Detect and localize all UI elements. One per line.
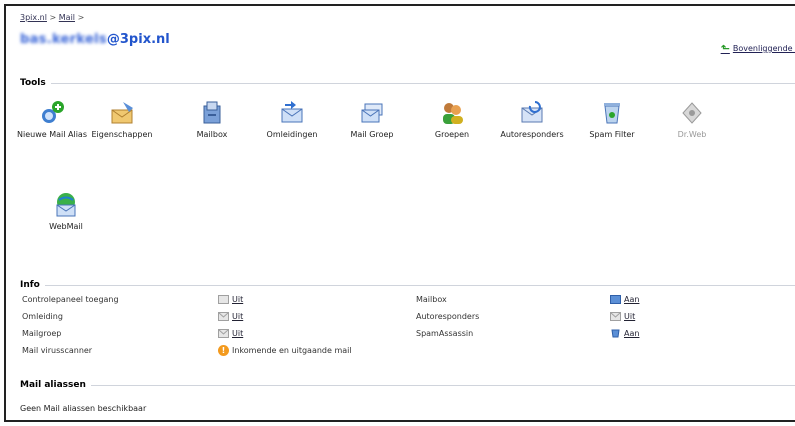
tool-label: Nieuwe Mail Alias (17, 130, 87, 139)
info-status: Uit (218, 295, 243, 304)
tool-label: Eigenschappen (91, 130, 153, 139)
section-aliases-title: Mail aliassen (20, 380, 86, 390)
info-status: Aan (610, 329, 639, 338)
breadcrumb-sep: > (77, 13, 85, 22)
webmail-icon (53, 192, 79, 218)
properties-icon (109, 100, 135, 126)
breadcrumb: 3pix.nl > Mail > (20, 13, 84, 22)
section-tools: Tools (20, 78, 795, 88)
tools-panel: Nieuwe Mail Alias Eigenschappen Mailbox … (17, 100, 780, 250)
virusscanner-status: Inkomende en uitgaande mail (232, 346, 352, 355)
info-status: Uit (610, 312, 635, 321)
groups-icon (439, 100, 465, 126)
tool-webmail[interactable]: WebMail (26, 192, 106, 231)
tool-mail-groep[interactable]: Mail Groep (332, 100, 412, 139)
spamassassin-on-icon (611, 329, 620, 338)
status-link[interactable]: Uit (624, 312, 635, 321)
tool-spam-filter[interactable]: Spam Filter (572, 100, 652, 139)
tool-label: Autoresponders (500, 130, 564, 139)
info-label: SpamAssassin (416, 329, 474, 338)
mailbox-icon (199, 100, 225, 126)
forwarding-off-icon (218, 312, 229, 321)
section-info-title: Info (20, 280, 40, 290)
tool-label: Spam Filter (589, 130, 635, 139)
info-label: Omleiding (22, 312, 63, 321)
info-status: ! Inkomende en uitgaande mail (218, 345, 352, 356)
drweb-icon (679, 100, 705, 126)
forwarding-icon (279, 100, 305, 126)
tool-autoresponders[interactable]: Autoresponders (492, 100, 572, 139)
info-row: Controlepaneel toegang (22, 295, 119, 304)
tool-omleidingen[interactable]: Omleidingen (252, 100, 332, 139)
status-link[interactable]: Uit (232, 329, 243, 338)
info-label: Autoresponders (416, 312, 480, 321)
breadcrumb-mail[interactable]: Mail (59, 13, 75, 22)
page-frame: 3pix.nl > Mail > bas.kerkels@3pix.nl ⬑ B… (4, 4, 795, 422)
parent-folder-link[interactable]: ⬑ Bovenliggende Map (721, 42, 795, 55)
up-arrow-icon: ⬑ (720, 42, 730, 55)
status-link[interactable]: Aan (624, 329, 639, 338)
info-row: Mailbox (416, 295, 447, 304)
status-link[interactable]: Uit (232, 295, 243, 304)
info-status: Uit (218, 312, 243, 321)
info-label: Mail virusscanner (22, 346, 93, 355)
mailgroup-off-icon (218, 329, 229, 338)
aliases-empty-message: Geen Mail aliassen beschikbaar (20, 404, 147, 413)
account-domain: @3pix.nl (106, 32, 170, 47)
info-row: Mailgroep (22, 329, 61, 338)
info-row: Autoresponders (416, 312, 479, 321)
new-alias-icon (39, 100, 65, 126)
section-aliases: Mail aliassen (20, 380, 795, 390)
tool-label: Mail Groep (350, 130, 394, 139)
info-label: Mailgroep (22, 329, 62, 338)
tool-mailbox[interactable]: Mailbox (172, 100, 252, 139)
warning-icon: ! (218, 345, 229, 356)
status-link[interactable]: Aan (624, 295, 639, 304)
info-label: Controlepaneel toegang (22, 295, 119, 304)
info-row: Omleiding (22, 312, 63, 321)
status-link[interactable]: Uit (232, 312, 243, 321)
info-status: Aan (610, 295, 639, 304)
mailbox-on-icon (610, 295, 621, 304)
breadcrumb-sep: > (49, 13, 57, 22)
autoresponder-icon (519, 100, 545, 126)
tool-label: Groepen (434, 130, 470, 139)
section-tools-title: Tools (20, 78, 46, 88)
tool-eigenschappen[interactable]: Eigenschappen (82, 100, 162, 139)
autoresponder-off-icon (610, 312, 621, 321)
tool-new-mail-alias[interactable]: Nieuwe Mail Alias (12, 100, 92, 139)
access-off-icon (218, 295, 229, 304)
spam-filter-icon (599, 100, 625, 126)
mail-group-icon (359, 100, 385, 126)
parent-folder-label: Bovenliggende Map (732, 44, 795, 53)
section-info: Info (20, 280, 795, 290)
tool-label: Mailbox (196, 130, 228, 139)
tool-label: Omleidingen (266, 130, 318, 139)
info-row: Mail virusscanner (22, 346, 92, 355)
info-row: SpamAssassin (416, 329, 473, 338)
breadcrumb-root[interactable]: 3pix.nl (20, 13, 47, 22)
tool-label: Dr.Web (677, 130, 707, 139)
page-title: bas.kerkels@3pix.nl (20, 32, 170, 47)
account-user: bas.kerkels (20, 32, 107, 47)
info-label: Mailbox (416, 295, 447, 304)
info-status: Uit (218, 329, 243, 338)
tool-label: WebMail (49, 222, 83, 231)
tool-drweb: Dr.Web (652, 100, 732, 139)
tool-groepen[interactable]: Groepen (412, 100, 492, 139)
